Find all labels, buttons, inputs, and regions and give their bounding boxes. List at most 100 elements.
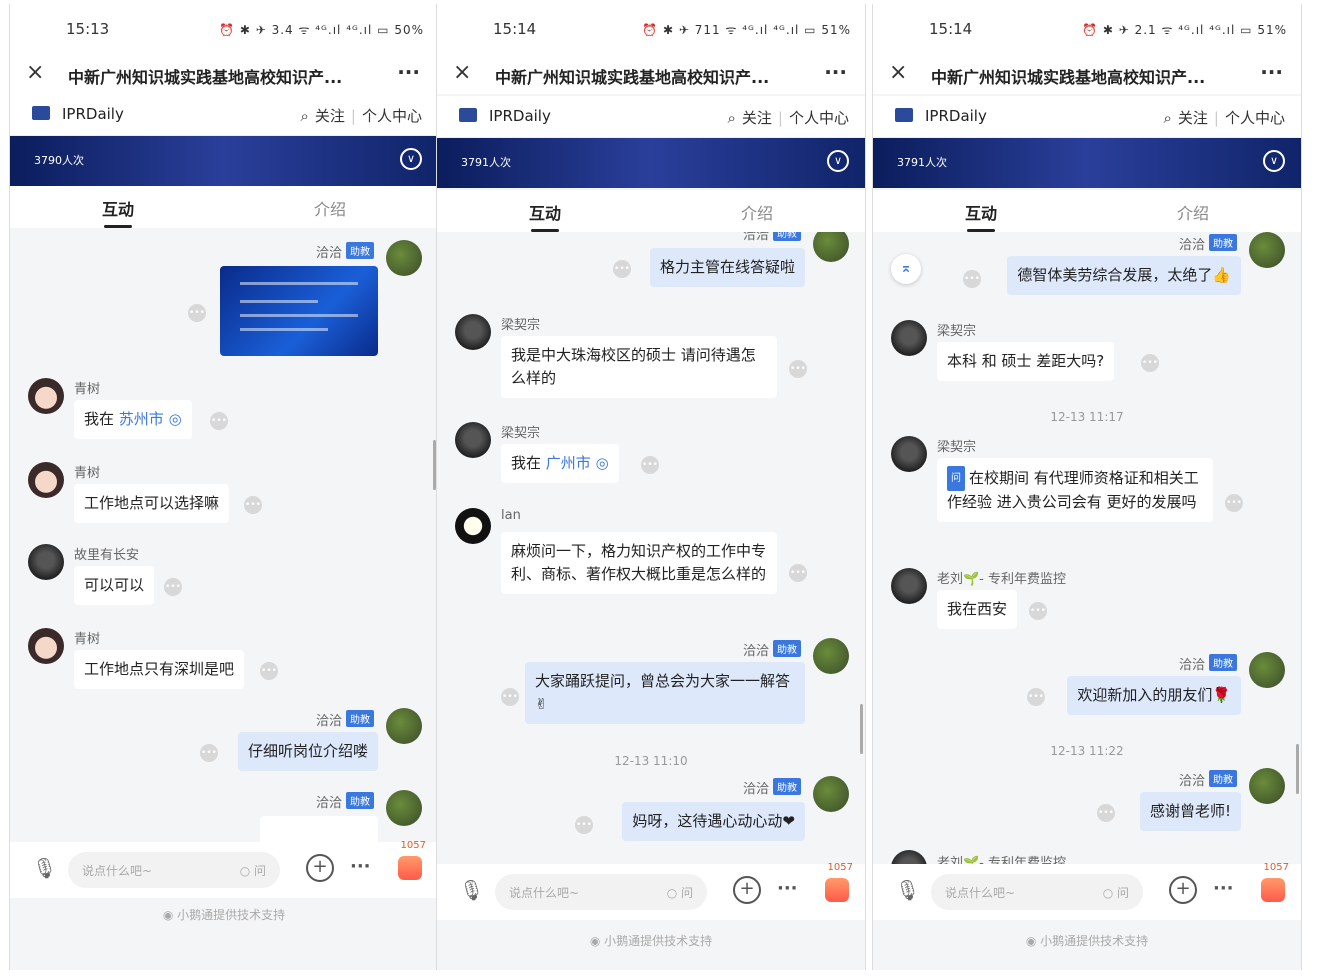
avatar[interactable]	[455, 422, 491, 458]
like-button[interactable]: 1057	[1259, 862, 1289, 904]
powered-by-footer: ◉ 小鹅通提供技术支持	[1025, 934, 1149, 948]
scroll-to-top-icon[interactable]: ⌅	[891, 254, 921, 284]
tab-intro[interactable]: 介绍	[1177, 200, 1209, 224]
add-icon[interactable]: +	[306, 854, 334, 882]
more-icon[interactable]: ···	[350, 856, 371, 877]
title-bar: × 中新广州知识城实践基地高校知识产... ···	[437, 54, 865, 94]
comment-input[interactable]: 说点什么吧~ ○ 问	[495, 874, 707, 910]
personal-center-link[interactable]: 个人中心	[362, 105, 422, 126]
tab-intro[interactable]: 介绍	[741, 200, 773, 224]
scrollbar[interactable]	[1296, 744, 1299, 794]
avatar[interactable]	[1249, 768, 1285, 804]
comment-input[interactable]: 说点什么吧~ ○ 问	[931, 874, 1143, 910]
message-more-icon[interactable]: •••	[789, 564, 807, 582]
avatar[interactable]	[386, 790, 422, 826]
message-more-icon[interactable]: •••	[210, 412, 228, 430]
avatar[interactable]	[28, 544, 64, 580]
follow-button[interactable]: 关注	[315, 105, 345, 126]
avatar[interactable]	[386, 240, 422, 276]
like-button[interactable]: 1057	[823, 862, 853, 904]
avatar[interactable]	[28, 462, 64, 498]
more-menu-button[interactable]: ···	[824, 60, 847, 84]
chat-message: 梁契宗 我是中大珠海校区的硕士 请问待遇怎么样的 •••	[437, 312, 865, 402]
avatar[interactable]	[1249, 232, 1285, 268]
search-icon[interactable]: ⌕	[1164, 109, 1172, 127]
phone-screenshot-2: 15:14 ⏰ ✱ ✈ 711 ᯤ ⁴ᴳ.ıl ⁴ᴳ.ıl ▭ 51% × 中新…	[436, 4, 866, 970]
status-bar: 15:14 ⏰ ✱ ✈ 2.1 ᯤ ⁴ᴳ.ıl ⁴ᴳ.ıl ▭ 51%	[873, 4, 1301, 54]
ask-question-toggle[interactable]: ○ 问	[667, 884, 693, 901]
message-more-icon[interactable]: •••	[501, 688, 519, 706]
message-more-icon[interactable]: •••	[641, 456, 659, 474]
message-more-icon[interactable]: •••	[188, 304, 206, 322]
ask-question-toggle[interactable]: ○ 问	[240, 862, 266, 879]
sender-name: 洽洽 助教	[743, 778, 801, 797]
search-icon[interactable]: ⌕	[728, 109, 736, 127]
avatar[interactable]	[455, 508, 491, 544]
chevron-down-icon[interactable]: ∨	[827, 150, 849, 172]
close-icon[interactable]: ×	[453, 60, 471, 85]
microphone-icon[interactable]: 🎙	[32, 856, 57, 880]
like-button[interactable]: 1057	[396, 840, 426, 882]
divider: |	[1213, 108, 1219, 127]
message-more-icon[interactable]: •••	[1141, 354, 1159, 372]
brand-bar: IPRDaily ⌕ 关注 | 个人中心	[437, 96, 865, 138]
follow-button[interactable]: 关注	[742, 107, 772, 128]
avatar[interactable]	[813, 232, 849, 262]
message-more-icon[interactable]: •••	[244, 496, 262, 514]
message-more-icon[interactable]: •••	[1027, 688, 1045, 706]
comment-input[interactable]: 说点什么吧~ ○ 问	[68, 852, 280, 888]
powered-by-footer: ◉ 小鹅通提供技术支持	[589, 934, 713, 948]
image-message[interactable]	[220, 266, 378, 356]
tab-intro[interactable]: 介绍	[314, 196, 346, 220]
personal-center-link[interactable]: 个人中心	[789, 107, 849, 128]
iprdaily-logo	[895, 108, 913, 122]
tab-interaction[interactable]: 互动	[529, 200, 561, 232]
avatar[interactable]	[455, 314, 491, 350]
message-more-icon[interactable]: •••	[164, 578, 182, 596]
message-more-icon[interactable]: •••	[963, 270, 981, 288]
ask-question-toggle[interactable]: ○ 问	[1103, 884, 1129, 901]
message-more-icon[interactable]: •••	[1225, 494, 1243, 512]
message-more-icon[interactable]: •••	[1097, 804, 1115, 822]
microphone-icon[interactable]: 🎙	[895, 878, 920, 902]
more-icon[interactable]: ···	[1213, 878, 1234, 899]
brand-actions: ⌕ 关注 | 个人中心	[1164, 107, 1286, 128]
message-more-icon[interactable]: •••	[1029, 602, 1047, 620]
microphone-icon[interactable]: 🎙	[459, 878, 484, 902]
avatar[interactable]	[891, 568, 927, 604]
more-icon[interactable]: ···	[777, 878, 798, 899]
avatar[interactable]	[28, 378, 64, 414]
avatar[interactable]	[813, 776, 849, 812]
page-title: 中新广州知识城实践基地高校知识产...	[68, 68, 343, 87]
message-more-icon[interactable]: •••	[789, 360, 807, 378]
message-more-icon[interactable]: •••	[575, 816, 593, 834]
more-menu-button[interactable]: ···	[397, 60, 420, 84]
add-icon[interactable]: +	[1169, 876, 1197, 904]
image-message[interactable]	[260, 816, 378, 844]
avatar[interactable]	[891, 850, 927, 864]
message-more-icon[interactable]: •••	[613, 260, 631, 278]
chevron-down-icon[interactable]: ∨	[1263, 150, 1285, 172]
location-pin-icon: ◎	[168, 410, 182, 428]
scrollbar[interactable]	[860, 704, 863, 754]
avatar[interactable]	[891, 436, 927, 472]
iprdaily-logo	[32, 106, 50, 120]
close-icon[interactable]: ×	[26, 60, 44, 85]
search-icon[interactable]: ⌕	[301, 107, 309, 125]
tab-interaction[interactable]: 互动	[965, 200, 997, 232]
close-icon[interactable]: ×	[889, 60, 907, 85]
avatar[interactable]	[28, 628, 64, 664]
more-menu-button[interactable]: ···	[1260, 60, 1283, 84]
avatar[interactable]	[891, 320, 927, 356]
avatar[interactable]	[1249, 652, 1285, 688]
tab-interaction[interactable]: 互动	[102, 196, 134, 228]
message-more-icon[interactable]: •••	[260, 662, 278, 680]
avatar[interactable]	[813, 638, 849, 674]
follow-button[interactable]: 关注	[1178, 107, 1208, 128]
chevron-down-icon[interactable]: ∨	[400, 148, 422, 170]
personal-center-link[interactable]: 个人中心	[1225, 107, 1285, 128]
message-more-icon[interactable]: •••	[200, 744, 218, 762]
add-icon[interactable]: +	[733, 876, 761, 904]
avatar[interactable]	[386, 708, 422, 744]
chat-message: 梁契宗 问在校期间 有代理师资格证和相关工作经验 进入贵公司会有 更好的发展吗 …	[873, 434, 1301, 554]
